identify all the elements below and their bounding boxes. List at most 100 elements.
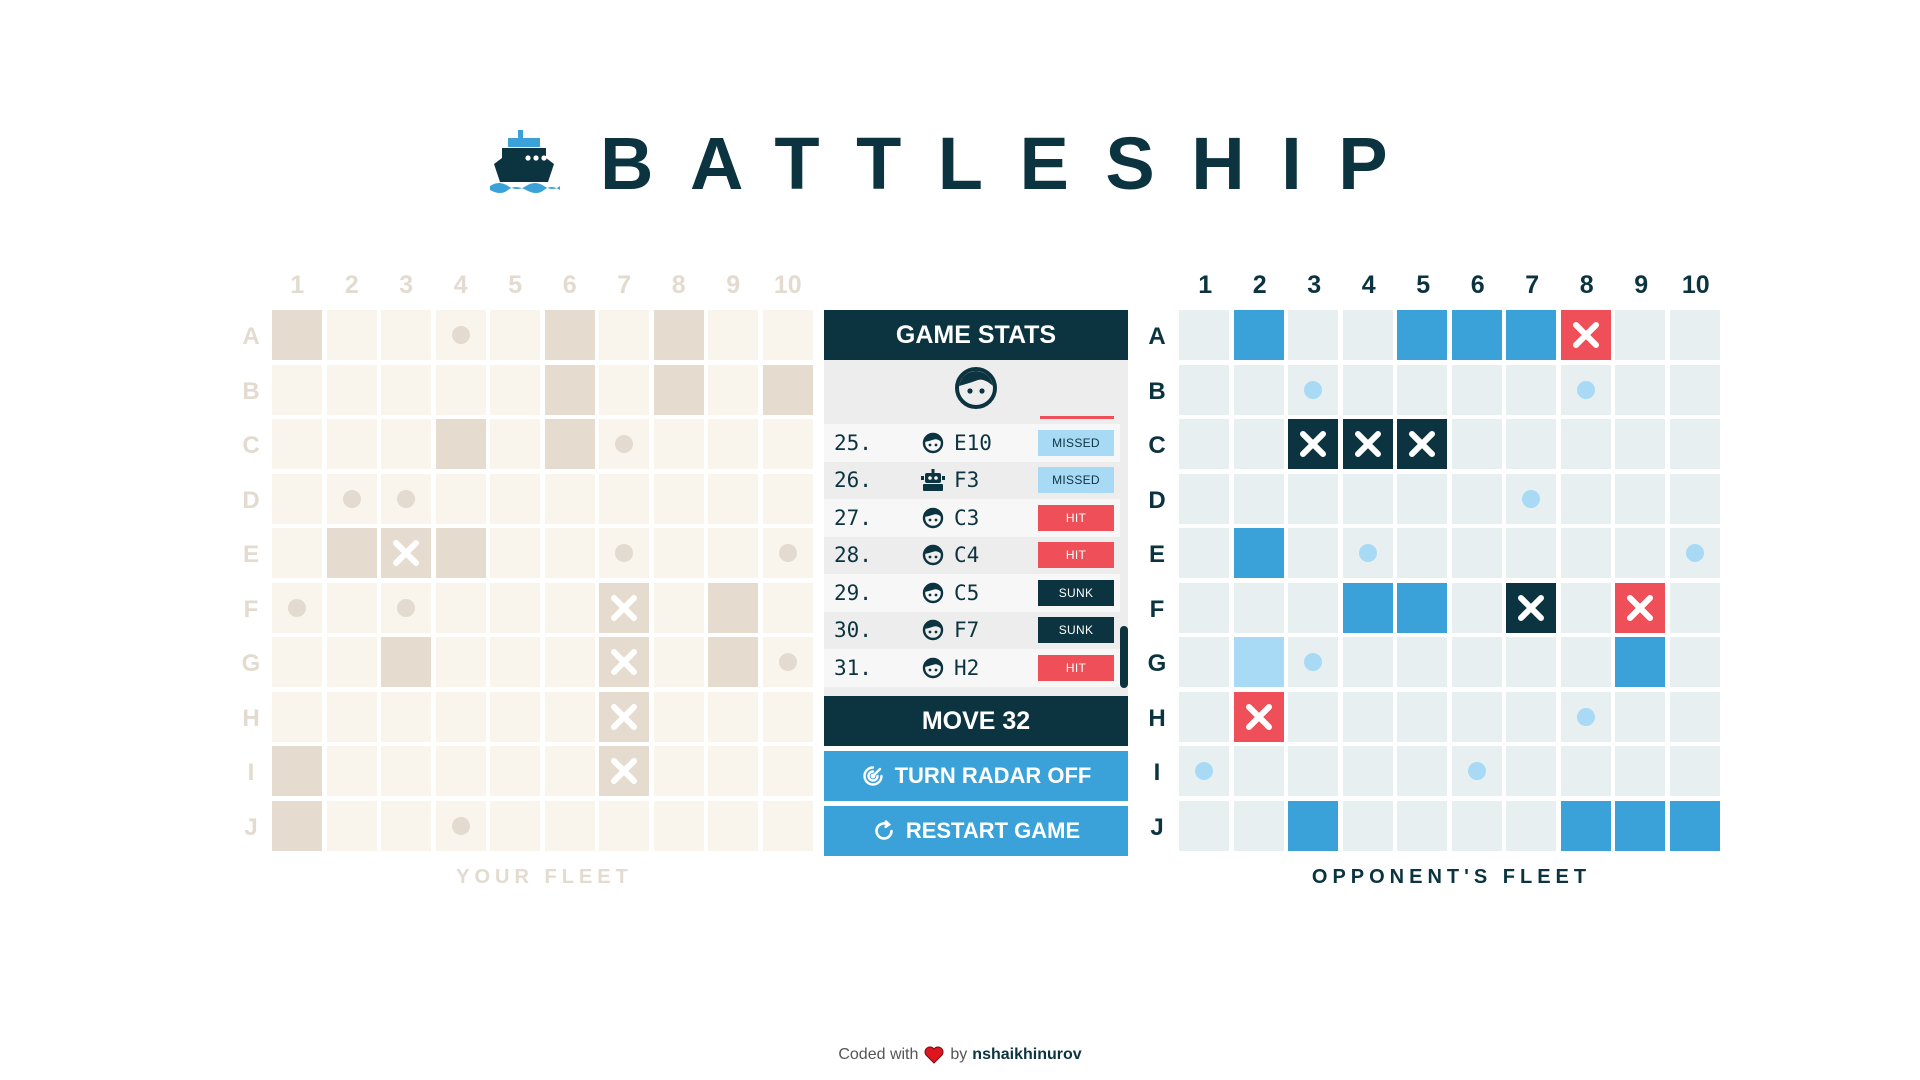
opponent-cell-d1[interactable] (1179, 473, 1229, 524)
opponent-cell-b1[interactable] (1179, 364, 1229, 415)
opponent-cell-b9[interactable] (1615, 364, 1665, 415)
opponent-cell-e6[interactable] (1451, 528, 1502, 578)
log-scroll-thumb[interactable] (1120, 626, 1128, 688)
opponent-cell-c3[interactable] (1288, 419, 1338, 469)
opponent-cell-a4[interactable] (1342, 310, 1393, 360)
opponent-cell-b6[interactable] (1451, 364, 1502, 415)
opponent-cell-f1[interactable] (1179, 582, 1229, 633)
opponent-cell-g9[interactable] (1615, 637, 1665, 687)
opponent-cell-c9[interactable] (1615, 419, 1665, 469)
opponent-cell-d10[interactable] (1669, 473, 1720, 524)
opponent-cell-c6[interactable] (1451, 419, 1502, 469)
opponent-cell-a7[interactable] (1506, 310, 1556, 360)
opponent-cell-e9[interactable] (1615, 528, 1665, 578)
opponent-cell-g7[interactable] (1506, 637, 1556, 687)
opponent-cell-f3[interactable] (1288, 582, 1338, 633)
opponent-cell-b5[interactable] (1397, 364, 1447, 415)
opponent-cell-j6[interactable] (1451, 800, 1502, 851)
opponent-cell-f2[interactable] (1233, 582, 1284, 633)
log-scrollbar[interactable] (1120, 416, 1128, 696)
opponent-cell-e2[interactable] (1233, 528, 1284, 578)
footer-author-link[interactable]: nshaikhinurov (972, 1046, 1081, 1064)
opponent-cell-g8[interactable] (1560, 637, 1611, 687)
opponent-cell-h6[interactable] (1451, 691, 1502, 742)
opponent-cell-h7[interactable] (1506, 691, 1556, 742)
opponent-cell-j9[interactable] (1615, 800, 1665, 851)
opponent-cell-h4[interactable] (1342, 691, 1393, 742)
opponent-cell-f6[interactable] (1451, 582, 1502, 633)
opponent-cell-e4[interactable] (1342, 528, 1393, 578)
opponent-cell-b2[interactable] (1233, 364, 1284, 415)
opponent-cell-g1[interactable] (1179, 637, 1229, 687)
opponent-cell-j1[interactable] (1179, 800, 1229, 851)
opponent-cell-j5[interactable] (1397, 800, 1447, 851)
opponent-cell-j10[interactable] (1669, 800, 1720, 851)
opponent-cell-j2[interactable] (1233, 800, 1284, 851)
opponent-cell-f9[interactable] (1615, 582, 1665, 633)
opponent-cell-i5[interactable] (1397, 746, 1447, 796)
opponent-cell-i3[interactable] (1288, 746, 1338, 796)
opponent-cell-b7[interactable] (1506, 364, 1556, 415)
opponent-cell-b4[interactable] (1342, 364, 1393, 415)
opponent-cell-g4[interactable] (1342, 637, 1393, 687)
opponent-cell-d9[interactable] (1615, 473, 1665, 524)
opponent-cell-c1[interactable] (1179, 419, 1229, 469)
opponent-cell-g2[interactable] (1233, 637, 1284, 687)
opponent-cell-a10[interactable] (1669, 310, 1720, 360)
opponent-cell-h5[interactable] (1397, 691, 1447, 742)
opponent-cell-i8[interactable] (1560, 746, 1611, 796)
opponent-cell-j3[interactable] (1288, 800, 1338, 851)
opponent-cell-h8[interactable] (1560, 691, 1611, 742)
opponent-cell-e7[interactable] (1506, 528, 1556, 578)
opponent-cell-c7[interactable] (1506, 419, 1556, 469)
opponent-cell-d7[interactable] (1506, 473, 1556, 524)
opponent-cell-c2[interactable] (1233, 419, 1284, 469)
opponent-cell-g5[interactable] (1397, 637, 1447, 687)
restart-game-button[interactable]: RESTART GAME (824, 806, 1128, 856)
opponent-cell-f4[interactable] (1342, 582, 1393, 633)
opponent-cell-e3[interactable] (1288, 528, 1338, 578)
opponent-cell-a8[interactable] (1560, 310, 1611, 360)
opponent-cell-g6[interactable] (1451, 637, 1502, 687)
opponent-cell-g3[interactable] (1288, 637, 1338, 687)
opponent-cell-c10[interactable] (1669, 419, 1720, 469)
opponent-cell-b8[interactable] (1560, 364, 1611, 415)
opponent-cell-b3[interactable] (1288, 364, 1338, 415)
opponent-cell-a2[interactable] (1233, 310, 1284, 360)
opponent-cell-d3[interactable] (1288, 473, 1338, 524)
opponent-cell-h3[interactable] (1288, 691, 1338, 742)
opponent-cell-a9[interactable] (1615, 310, 1665, 360)
opponent-cell-i2[interactable] (1233, 746, 1284, 796)
opponent-cell-i7[interactable] (1506, 746, 1556, 796)
opponent-cell-d5[interactable] (1397, 473, 1447, 524)
opponent-cell-b10[interactable] (1669, 364, 1720, 415)
opponent-cell-e5[interactable] (1397, 528, 1447, 578)
opponent-cell-d4[interactable] (1342, 473, 1393, 524)
opponent-cell-a6[interactable] (1451, 310, 1502, 360)
opponent-cell-e1[interactable] (1179, 528, 1229, 578)
opponent-cell-h10[interactable] (1669, 691, 1720, 742)
toggle-radar-button[interactable]: TURN RADAR OFF (824, 751, 1128, 801)
opponent-cell-h9[interactable] (1615, 691, 1665, 742)
opponent-cell-d2[interactable] (1233, 473, 1284, 524)
opponent-cell-c8[interactable] (1560, 419, 1611, 469)
opponent-cell-f8[interactable] (1560, 582, 1611, 633)
opponent-cell-a5[interactable] (1397, 310, 1447, 360)
opponent-cell-f5[interactable] (1397, 582, 1447, 633)
opponent-cell-c5[interactable] (1397, 419, 1447, 469)
opponent-cell-a3[interactable] (1288, 310, 1338, 360)
opponent-cell-e8[interactable] (1560, 528, 1611, 578)
opponent-cell-i4[interactable] (1342, 746, 1393, 796)
opponent-cell-j8[interactable] (1560, 800, 1611, 851)
opponent-cell-d6[interactable] (1451, 473, 1502, 524)
opponent-cell-j7[interactable] (1506, 800, 1556, 851)
opponent-cell-i9[interactable] (1615, 746, 1665, 796)
opponent-cell-i10[interactable] (1669, 746, 1720, 796)
opponent-cell-f10[interactable] (1669, 582, 1720, 633)
opponent-cell-e10[interactable] (1669, 528, 1720, 578)
opponent-cell-c4[interactable] (1342, 419, 1393, 469)
opponent-cell-i6[interactable] (1451, 746, 1502, 796)
opponent-cell-a1[interactable] (1179, 310, 1229, 360)
move-log[interactable]: 25. E10 MISSED 26. F3 MISSED 27. C3 HIT 28. C4 HIT 2… (824, 416, 1128, 696)
opponent-cell-g10[interactable] (1669, 637, 1720, 687)
